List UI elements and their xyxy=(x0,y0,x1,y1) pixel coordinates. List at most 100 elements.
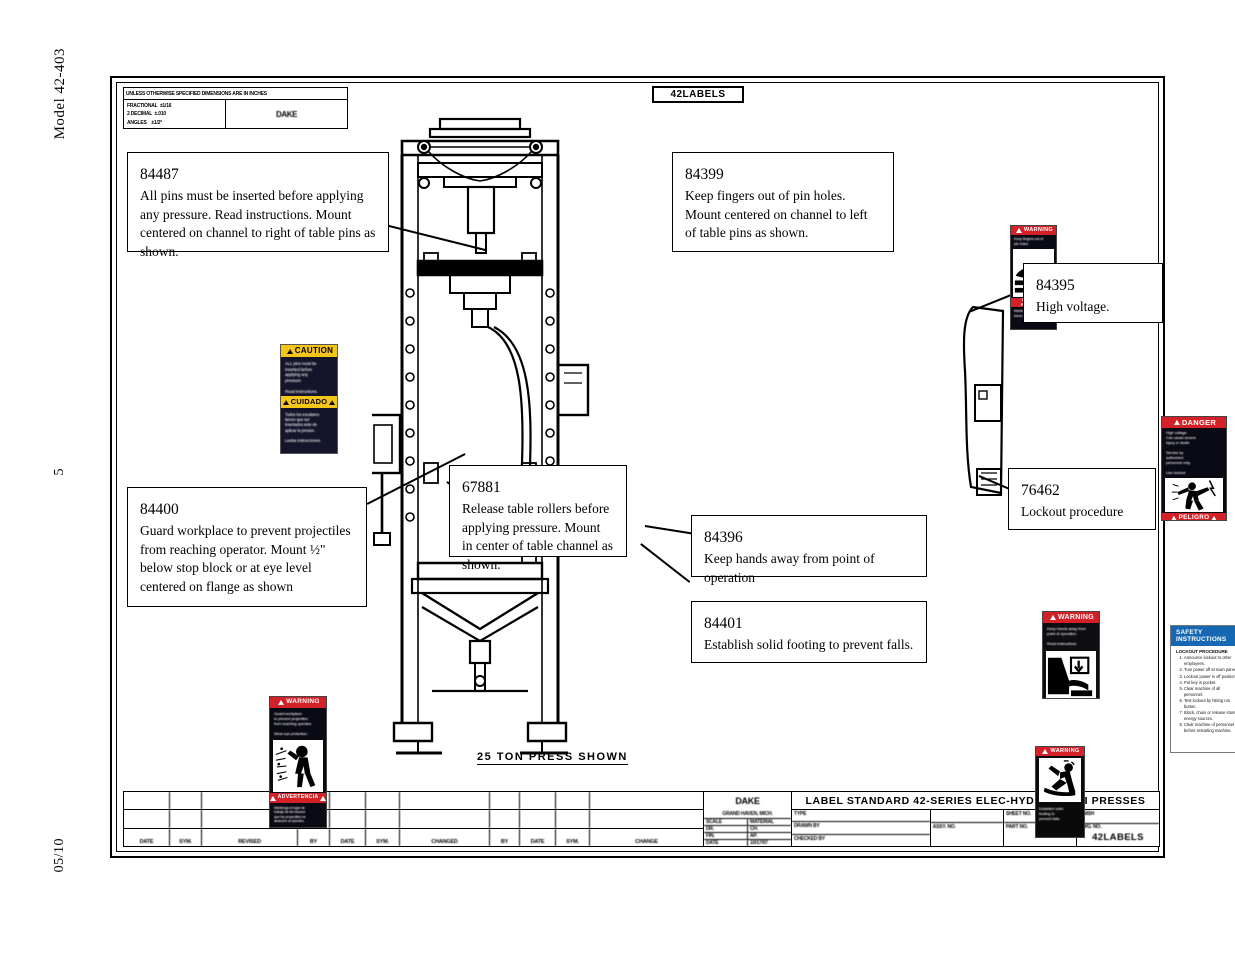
checked-field: CH. xyxy=(750,826,759,832)
blank-cell xyxy=(930,810,1003,824)
danger-header-es: PELIGRO xyxy=(1162,513,1226,520)
lockout-step: Announce lockout to other employees. xyxy=(1184,655,1235,667)
callout-number: 84401 xyxy=(704,615,743,632)
warning-body-en: Guard workplace to prevent projectiles fro… xyxy=(274,711,312,736)
callout-number: 84399 xyxy=(685,166,724,183)
drawing-number-top: 42LABELS xyxy=(652,86,744,103)
lockout-step: Turn power off at main panel. xyxy=(1184,667,1235,673)
safety-label-danger-voltage: DANGER High voltage.Can cause severeinju… xyxy=(1161,416,1227,521)
scale-material-row: SCALE MATERIAL xyxy=(704,819,791,826)
callout-84401[interactable]: 84401 Establish solid footing to prevent… xyxy=(691,601,927,663)
warning-header-es: ADVERTENCIA xyxy=(270,793,326,803)
margin-date: 05/10 xyxy=(52,838,67,873)
date-label: DATE xyxy=(704,840,748,846)
drawn-checked-row: DR. CH. xyxy=(704,826,791,833)
crush-hazard-pictogram xyxy=(1046,651,1096,698)
warning-body-en: Keep hands away from point of operation. R… xyxy=(1047,626,1086,647)
callout-number: 84400 xyxy=(140,501,179,518)
callout-67881[interactable]: 67881 Release table rollers before apply… xyxy=(449,465,627,572)
callout-text: All pins must be inserted before applyin… xyxy=(140,187,376,259)
finish-field: FIN. xyxy=(704,833,748,839)
tolerance-title-block: UNLESS OTHERWISE SPECIFIED DIMENSIONS AR… xyxy=(123,87,348,129)
rev-col-by: BY xyxy=(490,828,520,846)
warning-triangle-icon xyxy=(1170,515,1177,520)
assy-no-field: ASSY. NO. xyxy=(932,824,956,831)
electrocution-pictogram xyxy=(1165,478,1223,512)
rev-col-by: BY xyxy=(298,828,330,846)
warning-header-en: WARNING xyxy=(1011,226,1056,235)
callout-number: 84487 xyxy=(140,166,179,183)
warning-triangle-icon xyxy=(1050,615,1057,620)
drawing-title: LABEL STANDARD 42-SERIES ELEC-HYDRAULIC … xyxy=(792,792,1159,810)
callout-text: Lockout procedure xyxy=(1021,503,1124,519)
safety-label-warning-projectiles: WARNING Guard workplaceto prevent projec… xyxy=(269,696,327,828)
warning-triangle-icon xyxy=(286,348,293,354)
scale-field: SCALE xyxy=(704,819,748,825)
lockout-step: Put key in pocket. xyxy=(1184,680,1235,686)
lockout-step: Clear machine of personnel before restar… xyxy=(1184,722,1235,734)
caution-header-es: CUIDADO xyxy=(281,396,337,408)
lockout-steps-list: Announce lockout to other employees. Tur… xyxy=(1171,655,1235,733)
press-caption: 25 TON PRESS SHOWN xyxy=(477,751,628,765)
designed-by-field: DRAWN BY xyxy=(792,822,930,835)
callout-84400[interactable]: 84400 Guard workplace to prevent project… xyxy=(127,487,367,607)
callout-84487[interactable]: 84487 All pins must be inserted before a… xyxy=(127,152,389,259)
warning-triangle-icon xyxy=(1042,749,1049,754)
callout-84396[interactable]: 84396 Keep hands away from point of oper… xyxy=(691,515,927,585)
drawing-number-value: 42LABELS xyxy=(1092,832,1144,844)
material-field: MATERIAL xyxy=(750,819,774,825)
warning-header-en: WARNING xyxy=(1043,612,1099,623)
safety-label-caution-pins: CAUTION ALL pins must beinserted beforea… xyxy=(280,344,338,454)
callout-76462[interactable]: 76462 Lockout procedure xyxy=(1008,468,1156,530)
lockout-step: Lockout power in off position. xyxy=(1184,674,1235,680)
warning-triangle-icon xyxy=(282,399,289,405)
finish-label: FINISH xyxy=(1077,810,1159,824)
brand-block: DAKE GRAND HAVEN, MICH. SCALE MATERIAL D… xyxy=(704,792,792,846)
rev-col-change: REVISED xyxy=(202,828,298,846)
drawing-sheet-inner-border: UNLESS OTHERWISE SPECIFIED DIMENSIONS AR… xyxy=(116,82,1235,852)
rev-col-date: DATE xyxy=(330,828,366,846)
warning-triangle-icon xyxy=(278,700,285,705)
callout-84399[interactable]: 84399 Keep fingers out of pin holes. Mou… xyxy=(672,152,894,252)
lockout-step: Clear machine of all personnel. xyxy=(1184,686,1235,698)
rev-col-change: CHANGE xyxy=(635,838,658,845)
warning-triangle-icon xyxy=(329,399,336,405)
drawing-sheet-border: UNLESS OTHERWISE SPECIFIED DIMENSIONS AR… xyxy=(110,76,1235,858)
callout-text: Establish solid footing to prevent falls… xyxy=(704,636,914,652)
callout-text: Keep hands away from point of operation xyxy=(704,550,875,585)
date-row: DATE 10/17/07 xyxy=(704,840,791,846)
lockout-step: Test lockout by hitting run button. xyxy=(1184,698,1235,710)
callout-number: 84395 xyxy=(1036,277,1075,294)
caution-body-es: Todos los escalares tienen que ser inserta… xyxy=(285,412,322,444)
warning-header-en: WARNING xyxy=(1036,747,1084,756)
danger-body-en: High voltage. Can cause severe injury or d… xyxy=(1166,430,1196,475)
caution-header-en: CAUTION xyxy=(281,345,337,357)
brand-location: GRAND HAVEN, MICH. xyxy=(704,810,791,819)
callout-number: 84396 xyxy=(704,529,743,546)
callout-number: 76462 xyxy=(1021,482,1060,499)
callout-number: 67881 xyxy=(462,479,501,496)
drawn-field: DR. xyxy=(704,826,748,832)
warning-header-en: WARNING xyxy=(270,697,326,708)
caution-body-en: ALL pins must be inserted before applying … xyxy=(285,361,318,394)
revision-header-row: DATE SYM. REVISED BY DATE SYM. CHANGED B… xyxy=(124,828,703,846)
warning-triangle-icon xyxy=(1211,515,1218,520)
press-machine-drawing xyxy=(372,93,682,773)
warning-triangle-icon xyxy=(1173,420,1180,425)
revision-row xyxy=(124,792,703,811)
date-value: 10/17/07 xyxy=(750,840,768,846)
margin-model-label: Model 42-403 xyxy=(52,48,68,140)
safety-instructions-header: SAFETY INSTRUCTIONS xyxy=(1171,626,1235,647)
callout-text: Keep fingers out of pin holes. Mount cen… xyxy=(685,187,868,241)
warning-body-en: Keep fingers out of pin holes. xyxy=(1014,237,1044,246)
tolerance-values: FRACTIONAL ±1/16 2 DECIMAL ±.010 ANGLES ±1… xyxy=(124,100,226,128)
rev-col-change: CHANGED xyxy=(400,828,490,846)
safety-label-lockout-instructions: SAFETYINSTRUCTIONS LOCKOUT PROCEDURE Ann… xyxy=(1170,625,1235,753)
finish-row: FIN. AP. xyxy=(704,833,791,840)
warning-triangle-icon xyxy=(270,795,276,801)
lockout-procedure-subheader: LOCKOUT PROCEDURE xyxy=(1176,649,1228,655)
callout-84395[interactable]: 84395 High voltage. xyxy=(1023,263,1163,323)
margin-page-number: 5 xyxy=(52,468,67,476)
callout-text: Release table rollers before applying pr… xyxy=(462,500,614,572)
safety-label-warning-footing: WARNING Establish solidfooting toprevent… xyxy=(1035,746,1085,838)
